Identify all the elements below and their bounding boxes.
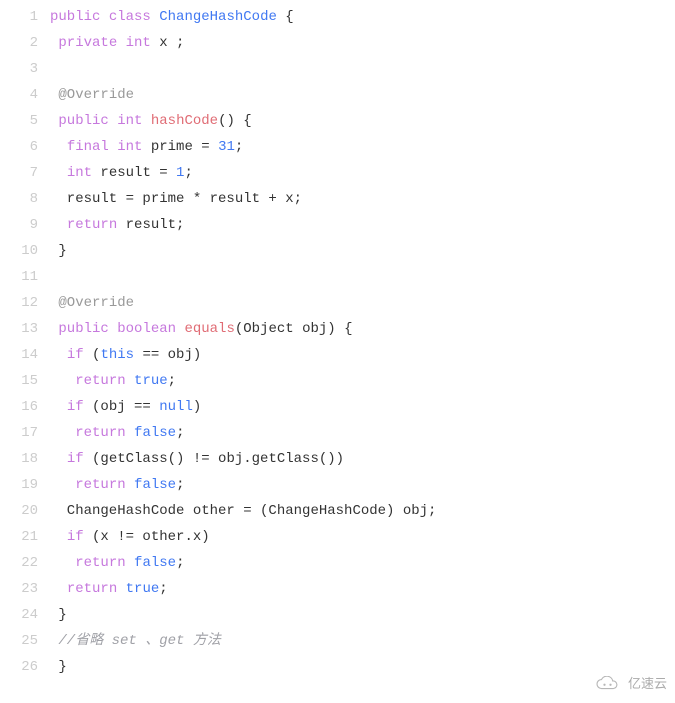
code-content: ChangeHashCode other = (ChangeHashCode) … — [50, 498, 436, 524]
code-content: if (obj == null) — [50, 394, 201, 420]
code-line: 18 if (getClass() != obj.getClass()) — [0, 446, 675, 472]
line-number: 25 — [0, 628, 50, 654]
line-number: 13 — [0, 316, 50, 342]
code-content: if (x != other.x) — [50, 524, 210, 550]
code-line: 20 ChangeHashCode other = (ChangeHashCod… — [0, 498, 675, 524]
code-line: 19 return false; — [0, 472, 675, 498]
code-line: 22 return false; — [0, 550, 675, 576]
code-content: private int x ; — [50, 30, 184, 56]
code-line: 4 @Override — [0, 82, 675, 108]
line-number: 8 — [0, 186, 50, 212]
code-content: final int prime = 31; — [50, 134, 243, 160]
code-line: 8 result = prime * result + x; — [0, 186, 675, 212]
code-content: @Override — [50, 82, 134, 108]
code-line: 6 final int prime = 31; — [0, 134, 675, 160]
line-number: 2 — [0, 30, 50, 56]
code-content: return false; — [50, 550, 184, 576]
code-content: return false; — [50, 472, 184, 498]
line-number: 18 — [0, 446, 50, 472]
line-number: 3 — [0, 56, 50, 82]
code-line: 23 return true; — [0, 576, 675, 602]
cloud-icon — [594, 676, 624, 692]
code-line: 21 if (x != other.x) — [0, 524, 675, 550]
code-line: 17 return false; — [0, 420, 675, 446]
code-content: public class ChangeHashCode { — [50, 4, 294, 30]
line-number: 11 — [0, 264, 50, 290]
code-line: 5 public int hashCode() { — [0, 108, 675, 134]
code-line: 1public class ChangeHashCode { — [0, 4, 675, 30]
code-line: 3 — [0, 56, 675, 82]
line-number: 15 — [0, 368, 50, 394]
code-content: if (this == obj) — [50, 342, 201, 368]
line-number: 6 — [0, 134, 50, 160]
line-number: 14 — [0, 342, 50, 368]
code-content: } — [50, 602, 67, 628]
code-line: 2 private int x ; — [0, 30, 675, 56]
line-number: 12 — [0, 290, 50, 316]
line-number: 23 — [0, 576, 50, 602]
code-content: result = prime * result + x; — [50, 186, 302, 212]
code-content: return false; — [50, 420, 184, 446]
code-content: } — [50, 654, 67, 680]
line-number: 1 — [0, 4, 50, 30]
code-line: 7 int result = 1; — [0, 160, 675, 186]
code-line: 12 @Override — [0, 290, 675, 316]
code-content: return result; — [50, 212, 184, 238]
code-content: public boolean equals(Object obj) { — [50, 316, 353, 342]
code-editor: 1public class ChangeHashCode {2 private … — [0, 0, 675, 684]
line-number: 17 — [0, 420, 50, 446]
code-line: 11 — [0, 264, 675, 290]
line-number: 9 — [0, 212, 50, 238]
code-content: return true; — [50, 368, 176, 394]
watermark-text: 亿速云 — [628, 671, 667, 697]
code-content: @Override — [50, 290, 134, 316]
watermark: 亿速云 — [594, 671, 667, 697]
code-content: if (getClass() != obj.getClass()) — [50, 446, 344, 472]
code-line: 15 return true; — [0, 368, 675, 394]
code-content: int result = 1; — [50, 160, 193, 186]
line-number: 10 — [0, 238, 50, 264]
code-content: return true; — [50, 576, 168, 602]
line-number: 5 — [0, 108, 50, 134]
line-number: 16 — [0, 394, 50, 420]
line-number: 22 — [0, 550, 50, 576]
line-number: 21 — [0, 524, 50, 550]
code-content: } — [50, 238, 67, 264]
code-line: 25 //省略 set 、get 方法 — [0, 628, 675, 654]
code-content: public int hashCode() { — [50, 108, 252, 134]
code-line: 16 if (obj == null) — [0, 394, 675, 420]
code-line: 26 } — [0, 654, 675, 680]
line-number: 26 — [0, 654, 50, 680]
line-number: 4 — [0, 82, 50, 108]
line-number: 24 — [0, 602, 50, 628]
code-line: 14 if (this == obj) — [0, 342, 675, 368]
code-content: //省略 set 、get 方法 — [50, 628, 221, 654]
line-number: 19 — [0, 472, 50, 498]
code-line: 13 public boolean equals(Object obj) { — [0, 316, 675, 342]
code-line: 24 } — [0, 602, 675, 628]
code-line: 10 } — [0, 238, 675, 264]
line-number: 20 — [0, 498, 50, 524]
code-line: 9 return result; — [0, 212, 675, 238]
line-number: 7 — [0, 160, 50, 186]
